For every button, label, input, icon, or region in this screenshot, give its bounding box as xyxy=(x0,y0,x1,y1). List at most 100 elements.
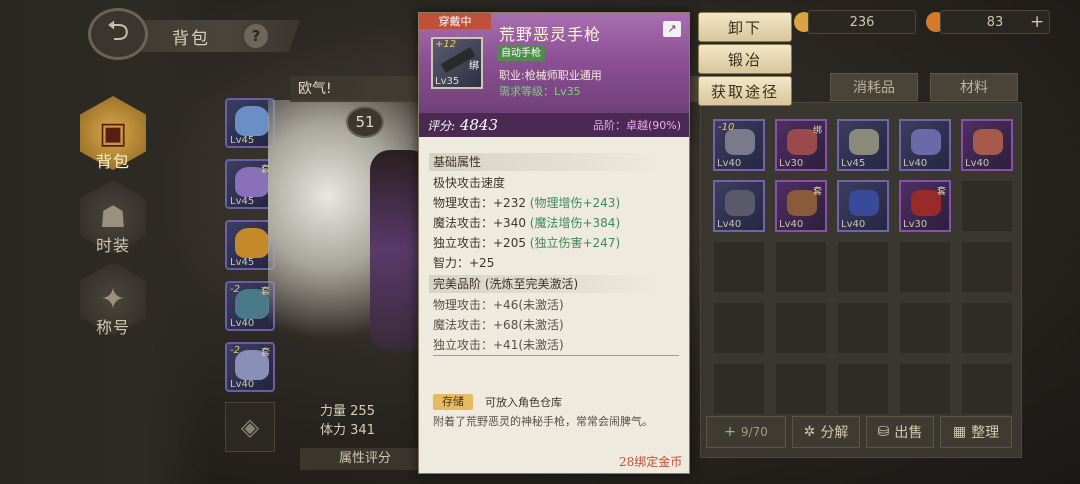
mask-icon: ☗ xyxy=(99,199,127,235)
inventory-slot[interactable] xyxy=(713,363,765,415)
share-button[interactable]: ↗ xyxy=(663,21,681,37)
inventory-slot[interactable] xyxy=(961,180,1013,232)
source-button[interactable]: 获取途径 xyxy=(698,76,792,106)
inventory-slot[interactable] xyxy=(899,241,951,293)
score-bar: 评分: 4843 品阶：卓越(90%) xyxy=(419,113,689,137)
perfect-attr-line: 独立攻击：+41(未激活) xyxy=(433,338,564,352)
base-attr-title: 基础属性 xyxy=(429,153,659,171)
item-enhance: -10 xyxy=(718,122,735,133)
equipment-art-icon xyxy=(235,228,269,258)
inventory-slot[interactable]: Lv40 xyxy=(899,119,951,171)
tab-materials[interactable]: 材料 xyxy=(930,73,1018,101)
expand-capacity-button[interactable]: + 9/70 xyxy=(706,416,786,448)
inventory-slot[interactable] xyxy=(837,363,889,415)
back-button[interactable]: ⮌ xyxy=(88,8,148,60)
inventory-slot[interactable] xyxy=(899,363,951,415)
inventory-slot[interactable] xyxy=(775,241,827,293)
slot-enhance: -2 xyxy=(230,284,240,295)
storage-desc: 可放入角色仓库 xyxy=(485,396,562,409)
item-grade: 品阶：卓越(90%) xyxy=(592,119,681,132)
inventory-slot[interactable]: Lv40 xyxy=(837,180,889,232)
sort-button[interactable]: ▦ 整理 xyxy=(940,416,1012,448)
inventory-slot[interactable]: Lv40 xyxy=(713,180,765,232)
sell-icon: ⛁ xyxy=(877,424,890,440)
item-tag: 绑 xyxy=(812,126,822,136)
item-tag: 套 xyxy=(936,187,946,197)
stat-strength: 力量 255 xyxy=(320,404,375,419)
back-arrow-icon: ⮌ xyxy=(106,14,130,47)
base-attr-line: 极快攻击速度 xyxy=(433,176,506,190)
inventory-slot[interactable]: 绑 Lv30 xyxy=(775,119,827,171)
item-tooltip: 穿戴中 荒野恶灵手枪 ↗ +12 绑 Lv35 自动手枪 职业:枪械师职业通用 … xyxy=(418,12,690,474)
attr-score-label[interactable]: 属性评分 xyxy=(300,448,430,470)
item-art-icon xyxy=(911,129,941,155)
character-stats: 力量 255 体力 341 xyxy=(320,402,375,440)
inventory-slot[interactable] xyxy=(775,363,827,415)
item-icon: +12 绑 Lv35 xyxy=(431,37,483,89)
inventory-slot[interactable] xyxy=(961,363,1013,415)
inventory-slot[interactable] xyxy=(837,241,889,293)
tab-consumables[interactable]: 消耗品 xyxy=(830,73,918,101)
inventory-slot[interactable]: 套 Lv40 xyxy=(775,180,827,232)
inventory-slot[interactable] xyxy=(713,241,765,293)
base-attr-line: 魔法攻击：+340 (魔法增伤+384) xyxy=(433,216,621,230)
inventory-slot[interactable] xyxy=(899,302,951,354)
item-level: Lv30 xyxy=(779,158,804,169)
inventory-grid: -10 Lv40 绑 Lv30 Lv45 Lv40 Lv40 Lv40 套 Lv40 Lv40 套 Lv… xyxy=(700,102,1022,458)
character-level: 51 xyxy=(346,106,384,138)
slot-enhance: -2 xyxy=(230,345,240,356)
item-level: Lv40 xyxy=(965,158,990,169)
item-art-icon xyxy=(973,129,1003,155)
item-art-icon xyxy=(849,129,879,155)
game-screen: 背包 ⮌ ? ▣ 背包 ☗ 时装 ✦ 称号 Lv45 套 Lv45 Lv45 -2 套 Lv… xyxy=(0,0,1080,484)
inventory-slot[interactable]: Lv45 xyxy=(837,119,889,171)
class-requirement: 职业:枪械师职业通用 xyxy=(499,69,602,82)
forge-button[interactable]: 锻冶 xyxy=(698,44,792,74)
item-level: Lv40 xyxy=(717,219,742,230)
inventory-slot[interactable] xyxy=(713,302,765,354)
inventory-slot[interactable] xyxy=(961,302,1013,354)
gold-amount: 236 xyxy=(808,10,916,34)
decompose-icon: ✲ xyxy=(803,424,816,440)
inventory-slot[interactable] xyxy=(837,302,889,354)
unequip-button[interactable]: 卸下 xyxy=(698,12,792,42)
perfect-attr-line: 物理攻击：+46(未激活) xyxy=(433,298,564,312)
compass-button[interactable]: ◈ xyxy=(225,402,275,452)
slot-level: Lv40 xyxy=(230,318,255,329)
capacity-count: 9/70 xyxy=(740,425,768,439)
nav-title-label: 称号 xyxy=(95,318,130,337)
add-currency-button[interactable]: + xyxy=(1030,12,1044,32)
item-level: Lv40 xyxy=(717,158,742,169)
item-level: Lv30 xyxy=(903,219,928,230)
decompose-button[interactable]: ✲ 分解 xyxy=(792,416,860,448)
sort-label: 整理 xyxy=(971,425,1000,441)
storage-badge: 存储 xyxy=(433,394,473,410)
item-level: Lv40 xyxy=(841,219,866,230)
item-price: 28绑定金币 xyxy=(619,455,683,469)
inventory-slot[interactable]: -10 Lv40 xyxy=(713,119,765,171)
item-name: 荒野恶灵手枪 xyxy=(499,25,602,44)
inventory-slot[interactable]: Lv40 xyxy=(961,119,1013,171)
inventory-slot[interactable] xyxy=(775,302,827,354)
perfect-attr-title: 完美品阶 (洗炼至完美激活) xyxy=(429,275,659,293)
bind-tag: 绑 xyxy=(469,61,479,72)
base-attr-line: 智力：+25 xyxy=(433,256,495,270)
equipment-slot[interactable]: -2 套 Lv40 xyxy=(225,342,275,392)
slot-level: Lv40 xyxy=(230,379,255,390)
inventory-slot[interactable] xyxy=(961,241,1013,293)
perfect-attr-line: 魔法攻击：+68(未激活) xyxy=(433,318,564,332)
item-score: 评分: 4843 xyxy=(427,116,499,134)
sell-button[interactable]: ⛁ 出售 xyxy=(866,416,934,448)
compass-icon: ◈ xyxy=(240,413,260,441)
base-attr-line: 物理攻击：+232 (物理增伤+243) xyxy=(433,196,621,210)
item-level: Lv45 xyxy=(841,158,866,169)
help-button[interactable]: ? xyxy=(244,24,268,48)
sort-icon: ▦ xyxy=(952,424,967,440)
decompose-label: 分解 xyxy=(820,425,849,441)
nav-fashion-label: 时装 xyxy=(95,236,130,255)
inventory-slot[interactable]: 套 Lv30 xyxy=(899,180,951,232)
item-tag: 套 xyxy=(812,187,822,197)
stat-stamina: 体力 341 xyxy=(320,423,375,438)
item-level: Lv40 xyxy=(779,219,804,230)
item-art-icon xyxy=(725,190,755,216)
